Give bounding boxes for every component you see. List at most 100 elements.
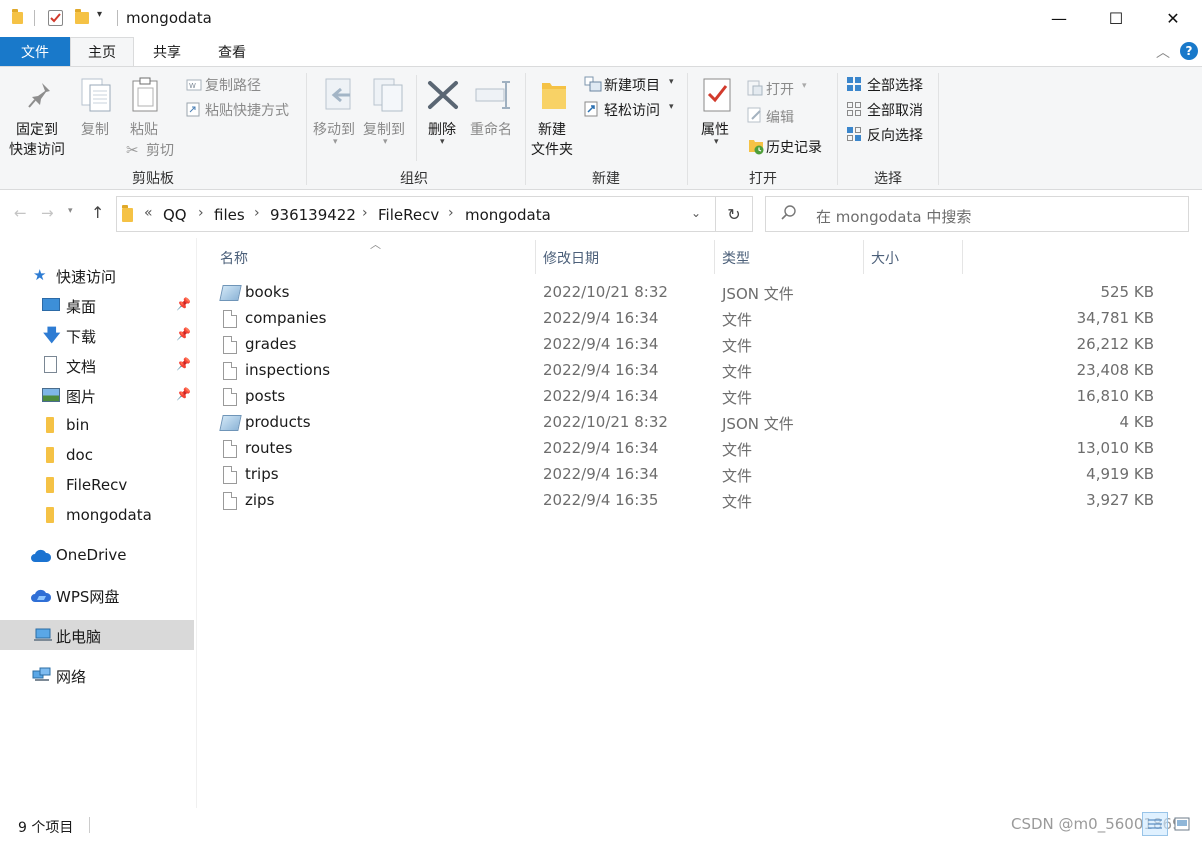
- pin-icon[interactable]: 📌: [176, 387, 191, 401]
- sidebar-item-desktop[interactable]: 桌面 📌: [0, 290, 194, 320]
- sidebar-item-onedrive[interactable]: OneDrive: [0, 540, 194, 570]
- chevron-right-icon[interactable]: ›: [448, 205, 454, 221]
- delete-button[interactable]: 删除: [428, 119, 456, 139]
- navigation-pane: ★ 快速访问 桌面 📌 🡇 下载 📌 文档 📌 图片 📌 bin doc Fil…: [0, 238, 196, 808]
- tab-file[interactable]: 文件: [0, 37, 70, 66]
- breadcrumb-filerecv[interactable]: FileRecv: [378, 206, 439, 224]
- recent-locations-chevron-icon[interactable]: ▾: [68, 206, 73, 216]
- breadcrumb-mongodata[interactable]: mongodata: [465, 206, 551, 224]
- select-none-button[interactable]: 全部取消: [867, 100, 923, 120]
- new-folder-label-1[interactable]: 新建: [538, 119, 566, 139]
- pin-quick-access-label-1[interactable]: 固定到: [16, 119, 58, 139]
- breadcrumb-overflow[interactable]: «: [144, 205, 153, 221]
- paste-button[interactable]: 粘贴: [130, 119, 158, 139]
- breadcrumb-qq[interactable]: QQ: [163, 206, 187, 224]
- invert-selection-button[interactable]: 反向选择: [867, 125, 923, 145]
- group-divider: [525, 73, 526, 185]
- maximize-button[interactable]: ☐: [1087, 0, 1145, 36]
- file-name: companies: [245, 309, 327, 327]
- help-icon[interactable]: ?: [1180, 42, 1198, 60]
- column-divider[interactable]: [962, 240, 963, 274]
- sidebar-item-this-pc[interactable]: 此电脑: [0, 620, 194, 650]
- minimize-button[interactable]: —: [1030, 0, 1088, 36]
- new-item-button[interactable]: 新建项目: [604, 75, 660, 95]
- large-icons-view-button[interactable]: [1174, 817, 1190, 835]
- file-row[interactable]: posts 2022/9/4 16:34 文件 16,810 KB: [218, 384, 1164, 410]
- tab-view[interactable]: 查看: [200, 37, 264, 66]
- file-row[interactable]: routes 2022/9/4 16:34 文件 13,010 KB: [218, 436, 1164, 462]
- sidebar-item-filerecv[interactable]: FileRecv: [0, 470, 194, 500]
- chevron-right-icon[interactable]: ›: [362, 205, 368, 221]
- file-row[interactable]: inspections 2022/9/4 16:34 文件 23,408 KB: [218, 358, 1164, 384]
- sidebar-item-quick-access[interactable]: ★ 快速访问: [0, 260, 194, 290]
- chevron-right-icon[interactable]: ›: [198, 205, 204, 221]
- column-divider[interactable]: [714, 240, 715, 274]
- sidebar-item-doc[interactable]: doc: [0, 440, 194, 470]
- tab-share[interactable]: 共享: [134, 37, 200, 66]
- sidebar-item-mongodata[interactable]: mongodata: [0, 500, 194, 530]
- select-all-button[interactable]: 全部选择: [867, 75, 923, 95]
- move-to-dropdown-icon: ▾: [333, 137, 338, 147]
- file-row[interactable]: products 2022/10/21 8:32 JSON 文件 4 KB: [218, 410, 1164, 436]
- collapse-ribbon-icon[interactable]: ︿: [1156, 42, 1170, 62]
- copy-button[interactable]: 复制: [81, 119, 109, 139]
- details-view-button[interactable]: [1142, 812, 1168, 836]
- column-divider[interactable]: [863, 240, 864, 274]
- properties-icon[interactable]: [48, 10, 63, 26]
- column-header-type[interactable]: 类型: [722, 242, 750, 274]
- file-row[interactable]: books 2022/10/21 8:32 JSON 文件 525 KB: [218, 280, 1164, 306]
- refresh-button[interactable]: ↻: [715, 196, 753, 232]
- breadcrumb-936139422[interactable]: 936139422: [270, 206, 356, 224]
- column-header-date[interactable]: 修改日期: [543, 242, 599, 274]
- paste-shortcut-button[interactable]: 粘贴快捷方式: [205, 100, 289, 120]
- copy-path-button[interactable]: 复制路径: [205, 75, 261, 95]
- pin-icon[interactable]: 📌: [176, 357, 191, 371]
- pin-icon[interactable]: 📌: [176, 327, 191, 341]
- easy-access-button[interactable]: 轻松访问: [604, 100, 660, 120]
- copy-to-icon: [372, 77, 404, 117]
- sidebar-item-documents[interactable]: 文档 📌: [0, 350, 194, 380]
- breadcrumb-files[interactable]: files: [214, 206, 245, 224]
- sort-ascending-icon: ︿: [370, 238, 381, 251]
- back-arrow-icon[interactable]: ←: [14, 204, 27, 222]
- column-header-size[interactable]: 大小: [871, 242, 899, 274]
- rename-button[interactable]: 重命名: [470, 119, 512, 139]
- pin-quick-access-label-2[interactable]: 快速访问: [9, 139, 65, 159]
- properties-icon: [702, 77, 732, 117]
- file-row[interactable]: grades 2022/9/4 16:34 文件 26,212 KB: [218, 332, 1164, 358]
- sidebar-item-downloads[interactable]: 🡇 下载 📌: [0, 320, 194, 350]
- new-folder-label-2[interactable]: 文件夹: [531, 139, 573, 159]
- move-to-button[interactable]: 移动到: [313, 119, 355, 139]
- chevron-right-icon[interactable]: ›: [254, 205, 260, 221]
- properties-button[interactable]: 属性: [701, 119, 729, 139]
- edit-button[interactable]: 编辑: [766, 107, 794, 127]
- pin-icon[interactable]: 📌: [176, 297, 191, 311]
- pane-divider[interactable]: [196, 238, 197, 808]
- forward-arrow-icon[interactable]: →: [41, 204, 54, 222]
- customize-qat-icon[interactable]: ▾: [97, 9, 102, 20]
- file-row[interactable]: companies 2022/9/4 16:34 文件 34,781 KB: [218, 306, 1164, 332]
- sidebar-item-label: doc: [66, 446, 93, 464]
- file-row[interactable]: zips 2022/9/4 16:35 文件 3,927 KB: [218, 488, 1164, 514]
- tab-home[interactable]: 主页: [70, 37, 134, 66]
- new-folder-icon[interactable]: [75, 9, 89, 24]
- up-arrow-icon[interactable]: ↑: [91, 203, 104, 222]
- column-divider[interactable]: [535, 240, 536, 274]
- search-box[interactable]: 在 mongodata 中搜索: [765, 196, 1189, 232]
- close-button[interactable]: ✕: [1144, 0, 1202, 36]
- chevron-down-icon[interactable]: ⌄: [691, 206, 701, 220]
- file-row[interactable]: trips 2022/9/4 16:34 文件 4,919 KB: [218, 462, 1164, 488]
- column-header-name[interactable]: 名称: [220, 242, 248, 274]
- open-button[interactable]: 打开: [766, 79, 794, 99]
- sidebar-item-wps[interactable]: WPS网盘: [0, 580, 194, 610]
- sidebar-item-pictures[interactable]: 图片 📌: [0, 380, 194, 410]
- cut-button[interactable]: 剪切: [146, 140, 174, 160]
- file-date: 2022/9/4 16:35: [543, 491, 659, 509]
- sidebar-item-label: OneDrive: [56, 546, 127, 564]
- search-input[interactable]: 在 mongodata 中搜索: [816, 206, 971, 227]
- history-button[interactable]: 历史记录: [766, 137, 822, 157]
- address-bar[interactable]: « QQ › files › 936139422 › FileRecv › mo…: [116, 196, 716, 232]
- sidebar-item-network[interactable]: 网络: [0, 660, 194, 690]
- sidebar-item-bin[interactable]: bin: [0, 410, 194, 440]
- copy-to-button[interactable]: 复制到: [363, 119, 405, 139]
